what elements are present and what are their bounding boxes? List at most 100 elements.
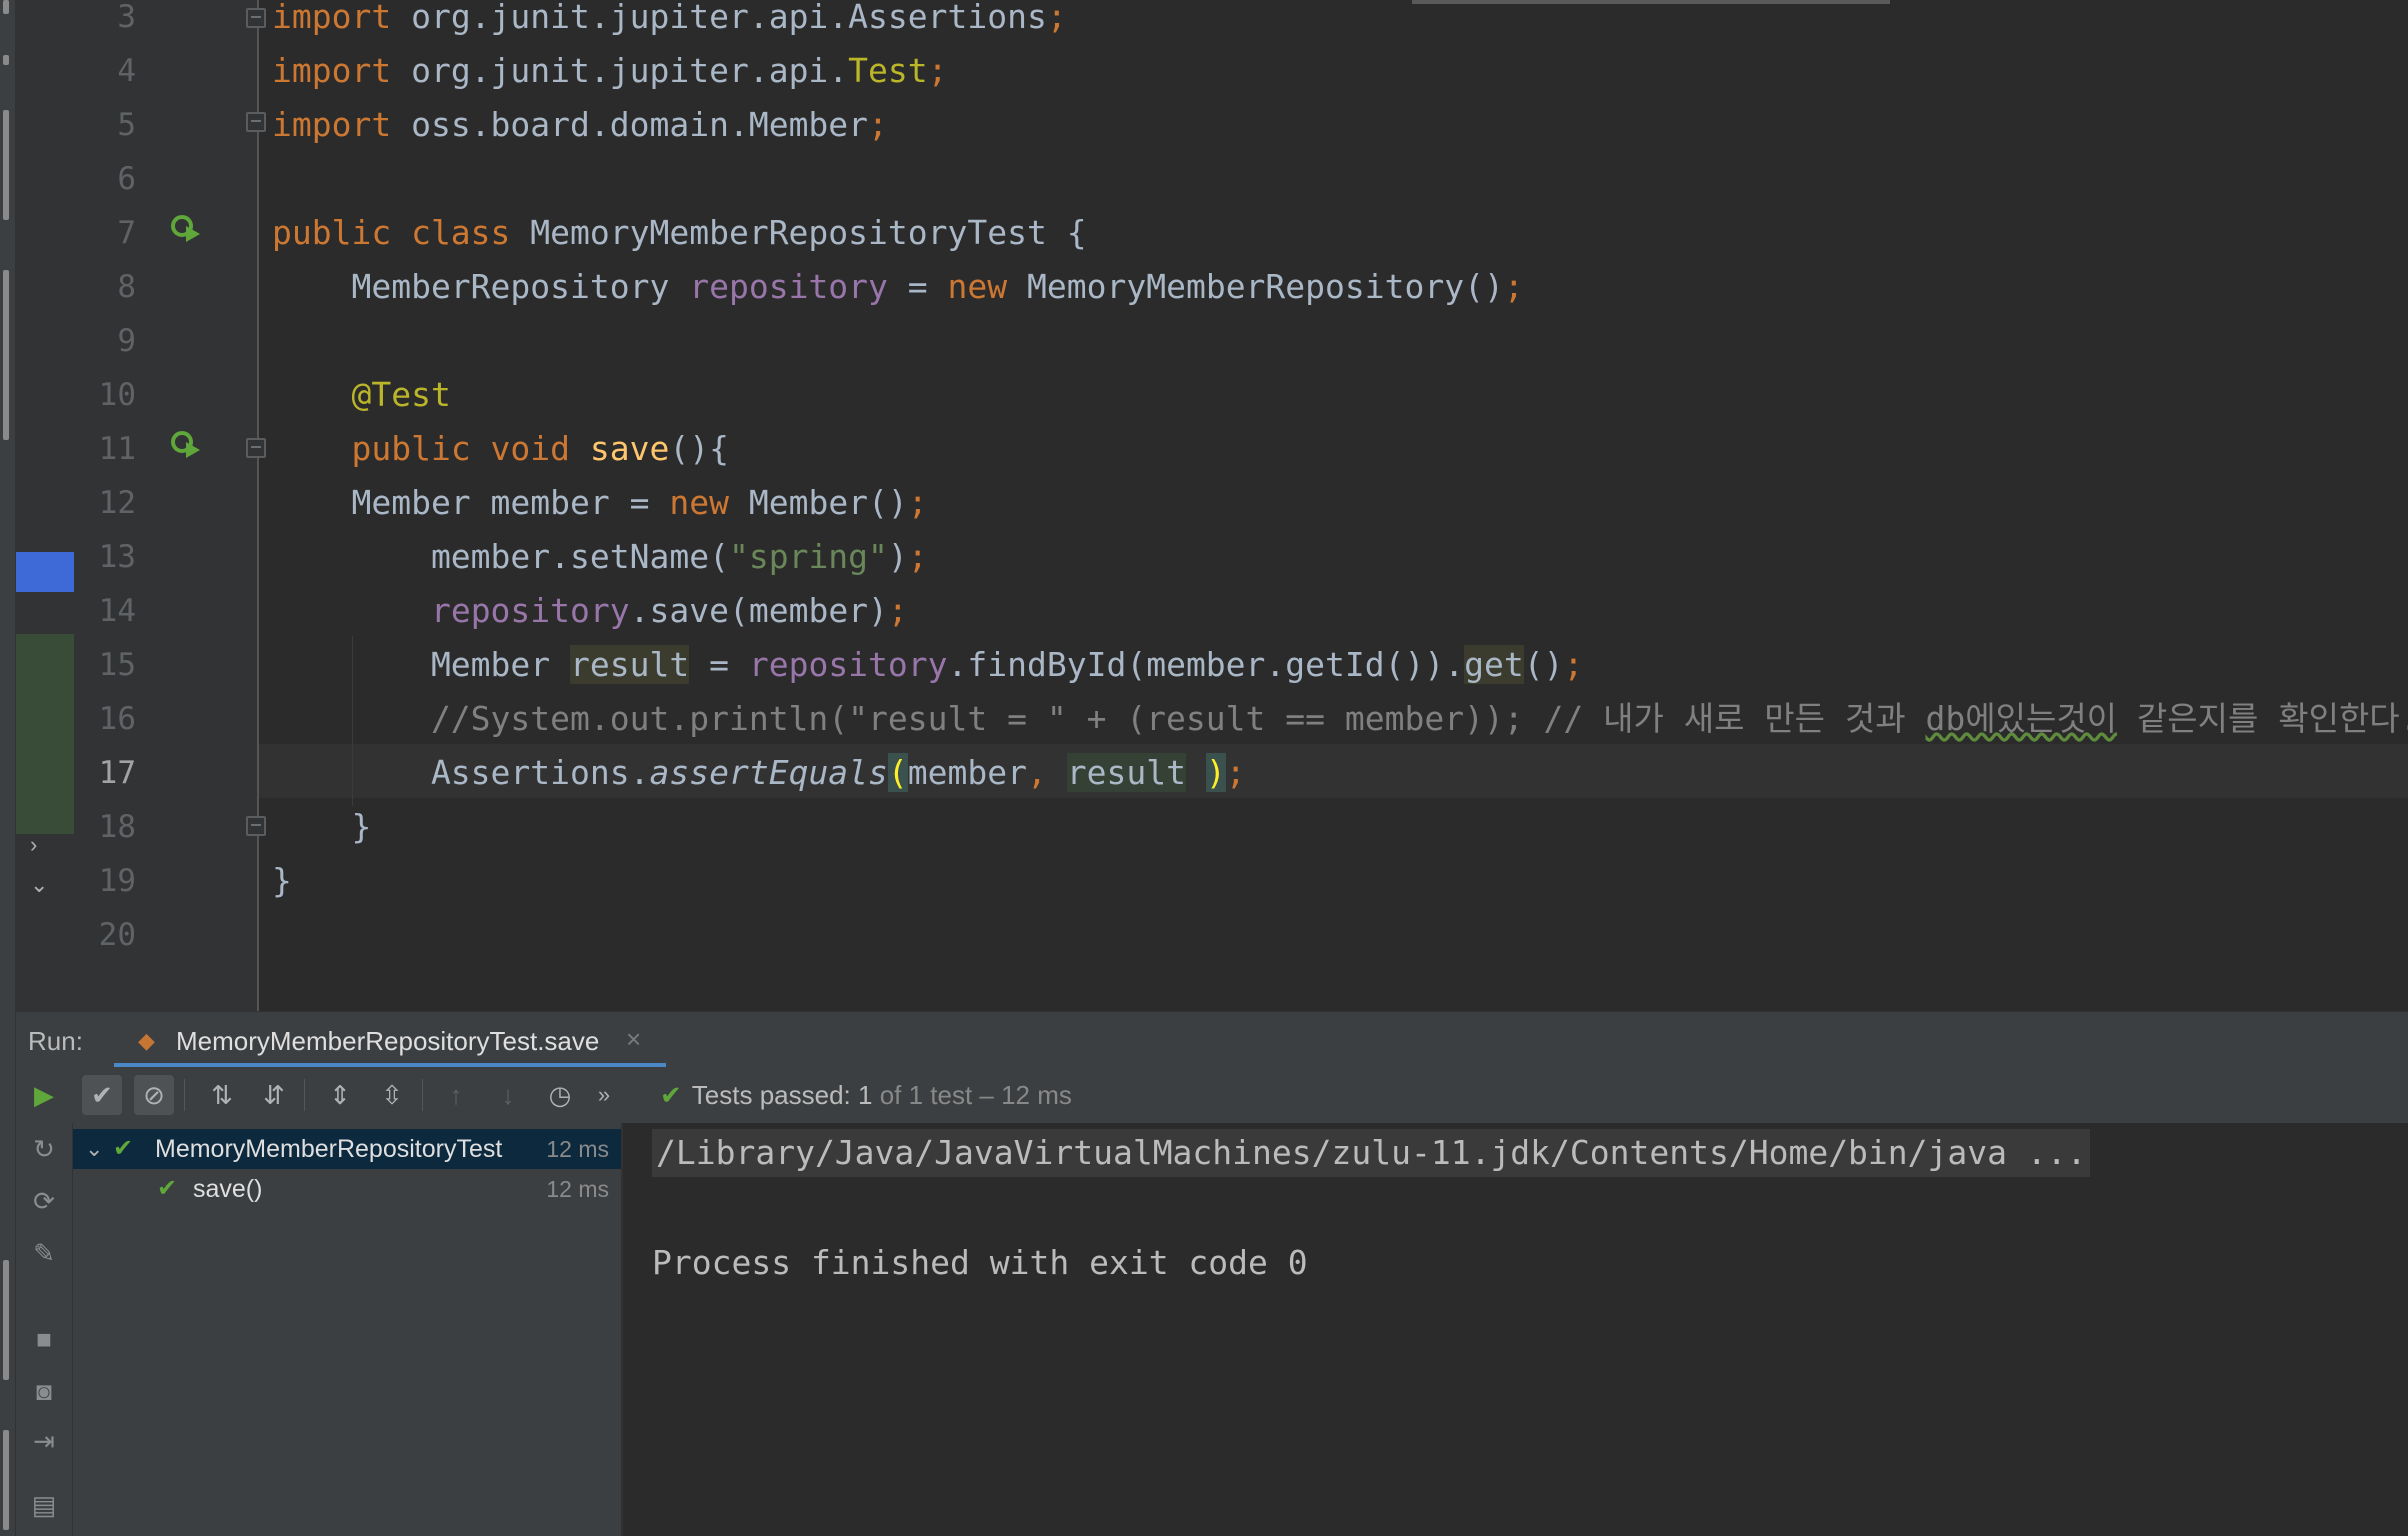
- test-tree-root[interactable]: ⌄ ✔ MemoryMemberRepositoryTest 12 ms: [73, 1129, 621, 1169]
- code-line[interactable]: repository.save(member);: [272, 584, 908, 638]
- code-token: MemoryMemberRepositoryTest {: [530, 213, 1087, 252]
- line-number: 13: [98, 539, 136, 575]
- horizontal-scroll-thumb[interactable]: [1412, 0, 1890, 4]
- fold-icon[interactable]: [246, 816, 266, 836]
- test-config-icon: ◆: [138, 1028, 155, 1053]
- code-token: ;: [887, 591, 908, 630]
- console-exit-message: Process finished with exit code 0: [652, 1243, 1308, 1282]
- code-token: ;: [927, 51, 948, 90]
- code-token: result: [1066, 753, 1186, 792]
- code-token: import: [272, 51, 412, 90]
- run-test-gutter-icon[interactable]: [168, 212, 202, 246]
- tool-window-strip: [0, 0, 16, 1536]
- more-actions-icon[interactable]: »: [584, 1075, 624, 1115]
- code-line[interactable]: //System.out.println("result = " + (resu…: [272, 692, 2408, 746]
- test-class-label: MemoryMemberRepositoryTest: [155, 1135, 503, 1163]
- code-token: @Test: [351, 375, 451, 414]
- wrench-icon[interactable]: ✎: [24, 1233, 64, 1273]
- code-token: MemberRepository: [272, 267, 690, 306]
- expand-all-icon[interactable]: ⇕: [320, 1075, 360, 1115]
- test-history-icon[interactable]: ◷: [540, 1075, 580, 1115]
- code-token: Member member =: [272, 483, 670, 522]
- chevron-right-icon[interactable]: ›: [30, 832, 37, 858]
- change-marker-bar: › ⌄: [16, 0, 74, 1011]
- code-token: get: [1464, 645, 1524, 684]
- code-token: public class: [272, 213, 531, 252]
- code-line[interactable]: import oss.board.domain.Member;: [272, 98, 888, 152]
- code-token: ,: [1027, 753, 1067, 792]
- layout-icon[interactable]: ▤: [24, 1485, 64, 1525]
- code-token: repository: [689, 267, 888, 306]
- tool-window-label: [3, 0, 9, 14]
- fold-icon[interactable]: [246, 438, 266, 458]
- gutter-separator: [257, 0, 259, 1011]
- modified-region-marker: [16, 552, 74, 592]
- line-number: 6: [117, 161, 136, 197]
- close-icon[interactable]: ×: [626, 1024, 641, 1055]
- code-token: }: [272, 861, 292, 900]
- collapse-all-icon[interactable]: ⇳: [372, 1075, 412, 1115]
- fold-icon[interactable]: [246, 112, 266, 132]
- run-tab[interactable]: ◆ MemoryMemberRepositoryTest.save ×: [114, 1012, 666, 1068]
- chevron-down-icon[interactable]: ⌄: [85, 1129, 103, 1169]
- next-failed-icon[interactable]: ↓: [488, 1075, 528, 1115]
- sort-by-duration-icon[interactable]: ⇵: [254, 1075, 294, 1115]
- code-token: Member(): [748, 483, 908, 522]
- line-number: 14: [98, 593, 136, 629]
- import-tests-icon[interactable]: ⇥: [24, 1421, 64, 1461]
- code-token: (){: [669, 429, 729, 468]
- code-line[interactable]: @Test: [272, 368, 451, 422]
- code-line[interactable]: public class MemoryMemberRepositoryTest …: [272, 206, 1087, 260]
- test-duration: 12 ms: [546, 1176, 609, 1202]
- code-line[interactable]: member.setName("spring");: [272, 530, 928, 584]
- line-number: 4: [117, 53, 136, 89]
- code-editor[interactable]: › ⌄ 3 4 5 6 7 8 9 10 11 12 13 14 15 16 17 18 19 20 import…: [16, 0, 2408, 1011]
- code-line[interactable]: import org.junit.jupiter.api.Assertions;: [272, 0, 1067, 44]
- code-token: (): [1523, 645, 1564, 684]
- code-token: 같은지를 확인한다.: [2117, 699, 2408, 738]
- tool-window-label: [3, 110, 9, 220]
- code-token: member.setName(: [272, 537, 729, 576]
- sort-alphabetically-icon[interactable]: ⇅: [202, 1075, 242, 1115]
- run-side-toolbar: ▶ ↻ ⟳ ✎ ■ ◙ ⇥ ▤: [16, 1067, 73, 1536]
- code-line[interactable]: Member member = new Member();: [272, 476, 927, 530]
- show-ignored-icon[interactable]: ⊘: [134, 1075, 174, 1115]
- code-token: (: [887, 753, 908, 792]
- rerun-icon[interactable]: ▶: [24, 1075, 64, 1115]
- previous-failed-icon[interactable]: ↑: [436, 1075, 476, 1115]
- code-token: ): [1205, 753, 1226, 792]
- stop-icon[interactable]: ■: [24, 1319, 64, 1359]
- console-command-line[interactable]: /Library/Java/JavaVirtualMachines/zulu-1…: [652, 1129, 2091, 1177]
- test-duration: 12 ms: [546, 1136, 609, 1162]
- status-count: 1: [858, 1080, 873, 1110]
- code-token: db에있는것이: [1925, 699, 2118, 738]
- toolbar-separator: [304, 1079, 305, 1111]
- line-number: 9: [117, 323, 136, 359]
- code-line[interactable]: }: [272, 800, 371, 854]
- code-line[interactable]: public void save(){: [272, 422, 729, 476]
- code-token: ;: [1503, 267, 1524, 306]
- show-passed-icon[interactable]: ✔: [82, 1075, 122, 1115]
- rerun-failed-icon[interactable]: ↻: [24, 1129, 64, 1169]
- code-token: repository: [748, 645, 948, 684]
- code-line[interactable]: }: [272, 854, 292, 908]
- fold-icon[interactable]: [246, 8, 266, 28]
- line-number: 12: [98, 485, 136, 521]
- chevron-down-icon[interactable]: ⌄: [30, 872, 48, 898]
- code-line[interactable]: MemberRepository repository = new Memory…: [272, 260, 1524, 314]
- run-toolbar: ✔ ⊘ ⇅ ⇵ ⇕ ⇳ ↑ ↓ ◷ » ✔ Tests passed: 1 of …: [72, 1067, 2408, 1123]
- code-line[interactable]: Assertions.assertEquals(member, result )…: [272, 746, 1246, 800]
- run-test-gutter-icon[interactable]: [168, 428, 202, 462]
- code-token: repository: [430, 591, 630, 630]
- console-output[interactable]: /Library/Java/JavaVirtualMachines/zulu-1…: [623, 1123, 2408, 1536]
- tool-window-label: [3, 1260, 9, 1380]
- tool-window-label: [3, 1430, 9, 1530]
- code-line[interactable]: import org.junit.jupiter.api.Test;: [272, 44, 948, 98]
- code-line[interactable]: Member result = repository.findById(memb…: [272, 638, 1583, 692]
- camera-icon[interactable]: ◙: [24, 1371, 64, 1411]
- test-tree-child[interactable]: ✔ save() 12 ms: [73, 1169, 621, 1209]
- toggle-auto-test-icon[interactable]: ⟳: [24, 1181, 64, 1221]
- code-token: import: [272, 105, 412, 144]
